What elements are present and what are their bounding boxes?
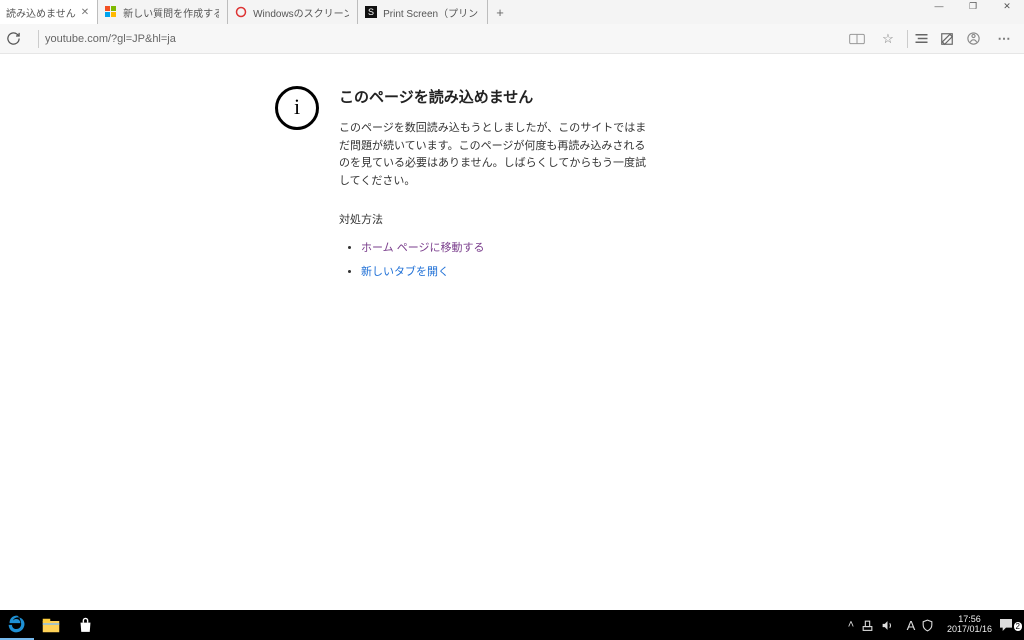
taskbar-store-icon[interactable] [68, 610, 102, 640]
tab-label: Windowsのスクリーンショットの [253, 5, 349, 20]
info-icon: i [275, 86, 319, 130]
s-badge-icon: S [364, 5, 378, 19]
tab-strip: 読み込めません ✕ 新しい質問を作成する、または！ Windowsのスクリーンシ… [0, 0, 1024, 24]
hub-icon[interactable] [914, 32, 940, 45]
error-title: このページを読み込めません [339, 86, 649, 110]
tab-ms-question[interactable]: 新しい質問を作成する、または！ [98, 0, 228, 24]
separator [907, 30, 908, 48]
window-controls: — ❐ ✕ [922, 0, 1024, 12]
notification-badge: 2 [1014, 622, 1022, 631]
tray-ime-icon[interactable]: A [901, 618, 921, 633]
tray-network-icon[interactable] [861, 619, 881, 632]
page-content: i このページを読み込めません このページを数回読み込もうとしましたが、このサイ… [0, 70, 1024, 610]
tray-volume-icon[interactable] [881, 619, 901, 632]
close-window-button[interactable]: ✕ [990, 0, 1024, 12]
url-text[interactable]: youtube.com/?gl=JP&hl=ja [45, 33, 176, 45]
taskbar: ˄ A 17:56 2017/01/16 2 [0, 610, 1024, 640]
minimize-button[interactable]: — [922, 0, 956, 12]
reading-view-icon[interactable] [849, 33, 875, 45]
share-icon[interactable] [966, 31, 992, 46]
tab-error-page[interactable]: 読み込めません ✕ [0, 0, 98, 24]
maximize-button[interactable]: ❐ [956, 0, 990, 12]
close-tab-icon[interactable]: ✕ [81, 7, 89, 18]
tray-chevron-icon[interactable]: ˄ [841, 619, 861, 631]
favorite-star-icon[interactable]: ☆ [875, 31, 901, 47]
error-links-list: ホーム ページに移動する 新しいタブを開く [339, 240, 649, 281]
taskbar-edge-icon[interactable] [0, 610, 34, 640]
tab-print-screen[interactable]: S Print Screen（プリントスクリー [358, 0, 488, 24]
svg-text:S: S [368, 7, 374, 17]
more-menu-icon[interactable]: ⋯ [992, 31, 1018, 47]
taskbar-explorer-icon[interactable] [34, 610, 68, 640]
open-new-tab-link[interactable]: 新しいタブを開く [361, 266, 449, 278]
ms-logo-icon [104, 5, 118, 19]
address-bar: youtube.com/?gl=JP&hl=ja ☆ ⋯ [0, 24, 1024, 54]
tab-windows-screenshot[interactable]: Windowsのスクリーンショットの [228, 0, 358, 24]
taskbar-clock[interactable]: 17:56 2017/01/16 [941, 615, 998, 635]
separator [38, 30, 39, 48]
tab-label: 読み込めません [6, 5, 76, 20]
system-tray: ˄ A 17:56 2017/01/16 2 [841, 610, 1024, 640]
action-center-icon[interactable]: 2 [998, 617, 1024, 633]
web-note-icon[interactable] [940, 32, 966, 46]
ring-icon [234, 5, 248, 19]
go-home-link[interactable]: ホーム ページに移動する [361, 242, 485, 254]
tab-label: 新しい質問を作成する、または！ [123, 5, 219, 20]
error-description: このページを数回読み込もうとしましたが、このサイトではまだ問題が続いています。こ… [339, 120, 649, 190]
clock-date: 2017/01/16 [947, 625, 992, 635]
tab-label: Print Screen（プリントスクリー [383, 5, 479, 20]
new-tab-button[interactable]: + [488, 0, 512, 24]
refresh-button[interactable] [6, 31, 32, 46]
tray-defender-icon[interactable] [921, 619, 941, 632]
error-subheading: 対処方法 [339, 212, 649, 230]
